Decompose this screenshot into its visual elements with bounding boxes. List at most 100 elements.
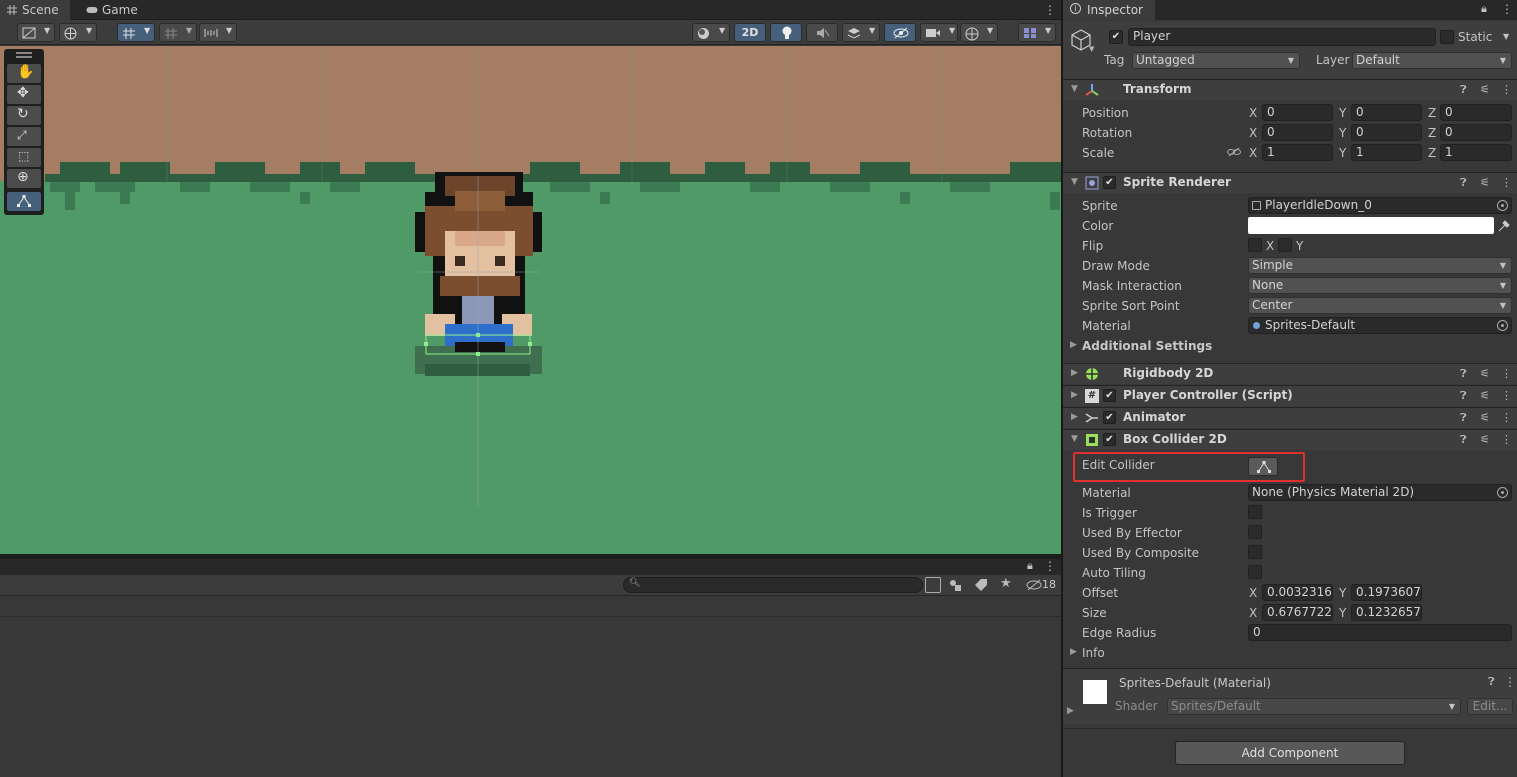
help-icon[interactable]: ❓︎ [1460,83,1467,97]
used-by-composite-checkbox[interactable] [1248,545,1262,559]
sprite-object-field[interactable]: PlayerIdleDown_0 [1248,197,1512,214]
scale-y-field[interactable]: 1 [1351,144,1422,161]
chevron-down-icon[interactable]: ▼ [1089,45,1094,53]
size-x-field[interactable]: 0.6767722 [1262,604,1333,621]
more-options-icon[interactable]: ⋮ [1504,675,1516,689]
additional-settings-row[interactable]: ▶ Additional Settings [1063,336,1517,356]
color-swatch[interactable] [1248,217,1494,234]
physics-material-field[interactable]: None (Physics Material 2D) [1248,484,1512,501]
transform-tool[interactable]: ⊕ [7,169,41,188]
search-input[interactable]: 🔍︎ [623,577,923,593]
constrain-proportions-link-icon[interactable] [1227,147,1241,157]
shader-dropdown[interactable]: Sprites/Default ▼ [1167,698,1461,715]
object-picker-icon[interactable] [1497,320,1508,331]
rigidbody-header[interactable]: ▶ Rigidbody 2D ❓︎ ⚟ ⋮ [1063,363,1517,384]
flip-x-checkbox[interactable] [1248,238,1262,252]
grid-snap-toggle[interactable]: ▼ [117,23,155,42]
preset-sliders-icon[interactable]: ⚟ [1480,433,1490,446]
favorite-star-icon[interactable]: ★ [1000,576,1012,591]
is-trigger-checkbox[interactable] [1248,505,1262,519]
expand-arrow-icon[interactable]: ▶ [1067,706,1074,716]
active-checkbox[interactable]: ✔ [1109,30,1123,44]
lock-icon[interactable]: 🔒︎ [1481,2,1487,16]
auto-tiling-checkbox[interactable] [1248,565,1262,579]
overlay-menu-dropdown[interactable]: ▼ [1018,23,1056,42]
sprite-renderer-header[interactable]: ▼ ✔ Sprite Renderer ❓︎ ⚟ ⋮ [1063,172,1517,193]
sort-point-dropdown[interactable]: Center ▼ [1248,297,1512,314]
static-checkbox[interactable] [1440,30,1454,44]
shading-dropdown[interactable]: ▼ [692,23,730,42]
rotation-y-field[interactable]: 0 [1351,124,1422,141]
tab-scene[interactable]: Scene [0,0,70,20]
rect-tool[interactable]: ⬚ [7,148,41,167]
audio-toggle[interactable] [806,23,838,42]
lock-icon[interactable]: 🔒︎ [1027,559,1033,573]
effects-dropdown[interactable]: ▼ [842,23,880,42]
hand-tool[interactable]: ✋ [7,64,41,83]
camera-dropdown[interactable]: ▼ [920,23,958,42]
draw-mode-dropdown[interactable]: Simple ▼ [1248,257,1512,274]
align-dropdown[interactable]: ▼ [199,23,237,42]
more-options-icon[interactable]: ⋮ [1501,389,1512,402]
add-component-button[interactable]: Add Component [1175,741,1405,765]
tab-game[interactable]: Game [80,0,146,20]
drag-handle[interactable] [16,52,32,54]
help-icon[interactable]: ❓︎ [1460,433,1467,447]
gizmos-dropdown[interactable]: ▼ [960,23,998,42]
object-picker-icon[interactable] [1497,487,1508,498]
increment-snap-dropdown[interactable]: ▼ [159,23,197,42]
enabled-checkbox[interactable]: ✔ [1103,176,1116,189]
used-by-effector-checkbox[interactable] [1248,525,1262,539]
static-dropdown-icon[interactable]: ▼ [1503,32,1509,41]
animator-header[interactable]: ▶ ✔ Animator ❓︎ ⚟ ⋮ [1063,407,1517,428]
tag-dropdown[interactable]: Untagged ▼ [1132,52,1300,69]
2d-mode-toggle[interactable]: 2D [734,23,766,42]
enabled-checkbox[interactable]: ✔ [1103,411,1116,424]
box-collider-header[interactable]: ▼ ✔ Box Collider 2D ❓︎ ⚟ ⋮ [1063,429,1517,450]
move-tool[interactable]: ✥ [7,85,41,104]
help-icon[interactable]: ❓︎ [1460,389,1467,403]
label-tag-icon[interactable] [974,578,988,592]
rotate-tool[interactable]: ↻ [7,106,41,125]
tab-inspector[interactable]: i Inspector [1063,0,1155,20]
position-x-field[interactable]: 0 [1262,104,1333,121]
help-icon[interactable]: ❓︎ [1460,176,1467,190]
help-icon[interactable]: ❓︎ [1460,411,1467,425]
view-options-dropdown[interactable]: ▼ [59,23,97,42]
scale-tool[interactable]: ⤢ [7,127,41,146]
player-controller-header[interactable]: ▶ # ✔ Player Controller (Script) ❓︎ ⚟ ⋮ [1063,385,1517,406]
scale-x-field[interactable]: 1 [1262,144,1333,161]
preset-sliders-icon[interactable]: ⚟ [1480,389,1490,402]
more-options-icon[interactable]: ⋮ [1501,176,1512,189]
more-options-icon[interactable]: ⋮ [1501,411,1512,424]
draw-mode-dropdown[interactable]: ▼ [17,23,55,42]
hidden-packages-icon[interactable] [1026,579,1042,591]
position-y-field[interactable]: 0 [1351,104,1422,121]
more-options-icon[interactable]: ⋮ [1044,2,1056,18]
rotation-x-field[interactable]: 0 [1262,124,1333,141]
scale-z-field[interactable]: 1 [1440,144,1512,161]
preset-sliders-icon[interactable]: ⚟ [1480,411,1490,424]
edit-collider-tool[interactable] [7,192,41,211]
info-row[interactable]: ▶ Info [1063,643,1517,663]
help-icon[interactable]: ❓︎ [1488,675,1495,689]
more-options-icon[interactable]: ⋮ [1501,83,1512,96]
transform-header[interactable]: ▼ Transform ❓︎ ⚟ ⋮ [1063,79,1517,100]
object-name-field[interactable]: Player [1128,28,1436,46]
help-icon[interactable]: ❓︎ [1460,367,1467,381]
edge-radius-field[interactable]: 0 [1248,624,1512,641]
scene-viewport[interactable]: ✋ ✥ ↻ ⤢ ⬚ ⊕ [0,46,1061,554]
rotation-z-field[interactable]: 0 [1440,124,1512,141]
lighting-toggle[interactable] [770,23,802,42]
more-options-icon[interactable]: ⋮ [1501,433,1512,446]
more-options-icon[interactable]: ⋮ [1501,367,1512,380]
edit-shader-button[interactable]: Edit... [1467,698,1513,715]
preset-sliders-icon[interactable]: ⚟ [1480,367,1490,380]
preset-sliders-icon[interactable]: ⚟ [1480,176,1490,189]
offset-x-field[interactable]: 0.0032316 [1262,584,1333,601]
position-z-field[interactable]: 0 [1440,104,1512,121]
filter-type-icon[interactable] [948,578,962,592]
offset-y-field[interactable]: 0.1973607 [1351,584,1422,601]
flip-y-checkbox[interactable] [1278,238,1292,252]
size-y-field[interactable]: 0.1232657 [1351,604,1422,621]
